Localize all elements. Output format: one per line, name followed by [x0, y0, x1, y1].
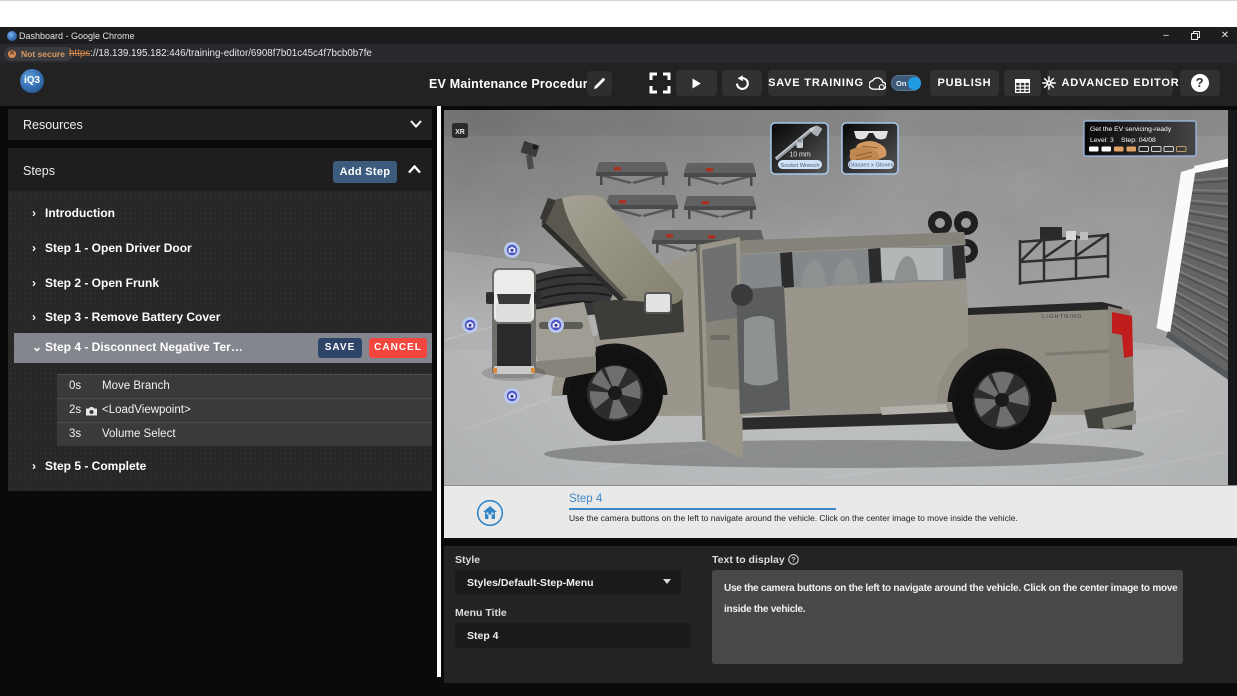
svg-text:?: ? [791, 555, 796, 564]
svg-text:Step: 04/08: Step: 04/08 [1121, 137, 1156, 144]
svg-text:Socket Wrench: Socket Wrench [780, 163, 819, 169]
svg-text:LIGHTNING: LIGHTNING [1042, 314, 1083, 320]
svg-text:XR: XR [455, 129, 465, 136]
svg-text:Level: 3: Level: 3 [1090, 137, 1114, 144]
svg-text:10 mm: 10 mm [789, 152, 811, 159]
svg-text:Glasses x Gloves: Glasses x Gloves [848, 163, 893, 169]
svg-text:Get the EV servicing-ready: Get the EV servicing-ready [1090, 126, 1172, 133]
